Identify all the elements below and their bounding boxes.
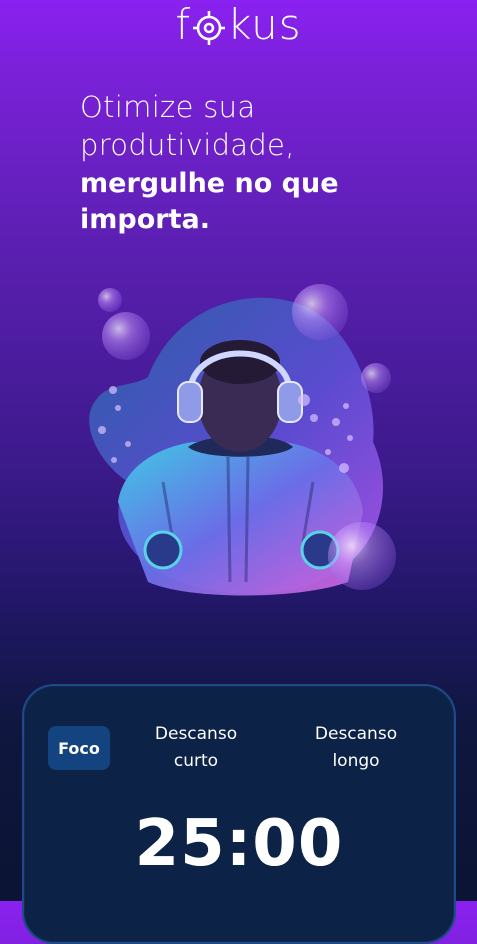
hero-image: [89, 284, 396, 596]
headline-line-3: mergulhe no que: [80, 168, 339, 199]
fokus-logo[interactable]: f kus: [175, 4, 301, 46]
timer-display: 25:00: [134, 807, 344, 881]
bubble: [98, 288, 122, 312]
bubble: [102, 312, 150, 360]
tab-foco[interactable]: Foco: [48, 726, 110, 770]
logo-text-start: f: [175, 0, 192, 49]
hero-jacket: [118, 442, 363, 596]
logo-text-end: kus: [227, 0, 302, 49]
headline-line-1: Otimize sua: [80, 90, 256, 124]
headline-line-2: produtividade,: [80, 128, 295, 162]
headline: Otimize sua produtividade, mergulhe no q…: [80, 88, 410, 238]
app-header: f kus: [0, 0, 477, 54]
target-icon: [193, 11, 226, 45]
timer-card: Foco Descanso curto Descanso longo 25:00: [22, 684, 456, 944]
bubble: [361, 363, 391, 393]
tab-descanso-longo[interactable]: Descanso longo: [296, 721, 416, 775]
bubble: [328, 522, 396, 590]
bubble: [292, 284, 348, 340]
tab-descanso-curto[interactable]: Descanso curto: [136, 721, 256, 775]
timer-mode-tabs: Foco Descanso curto Descanso longo: [48, 720, 430, 776]
headline-line-4: importa.: [80, 204, 210, 235]
